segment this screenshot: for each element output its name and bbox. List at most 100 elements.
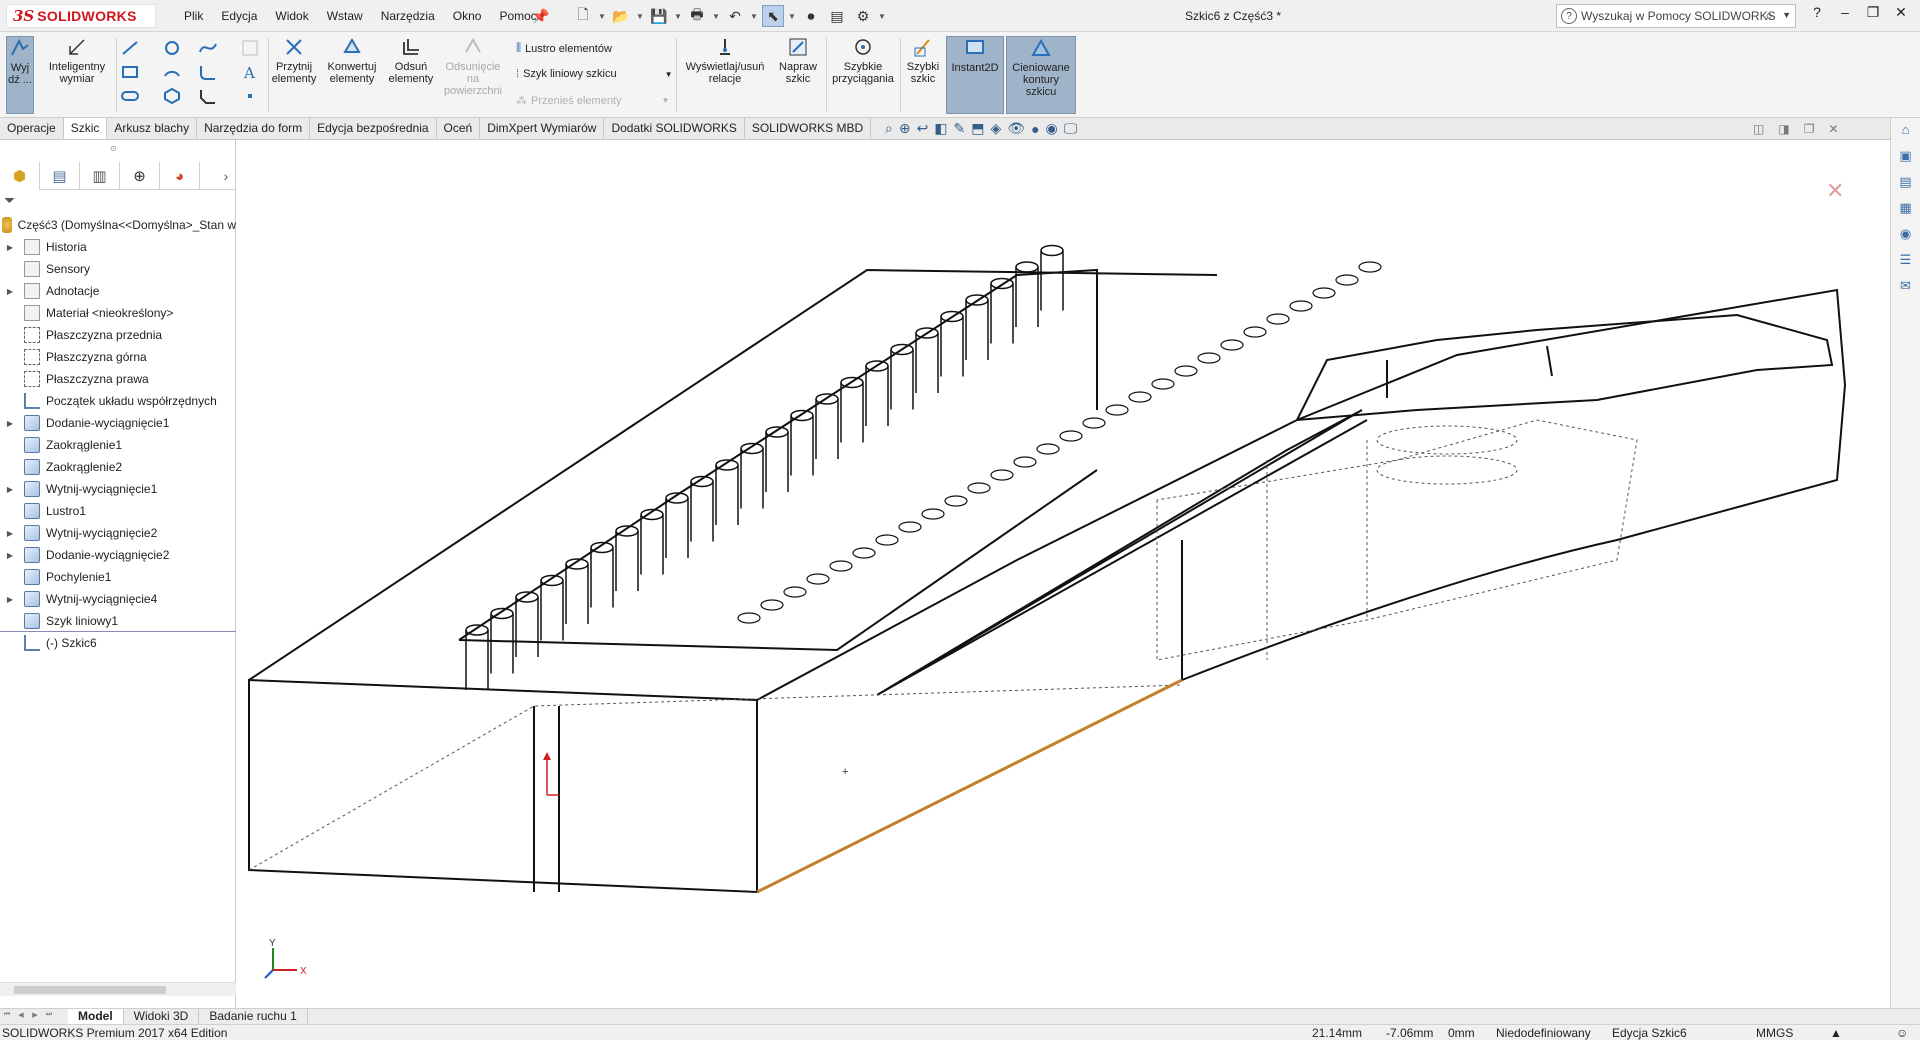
tree-item-sensors[interactable]: Sensory	[0, 258, 236, 280]
appearances-icon[interactable]: ◉	[1895, 226, 1917, 248]
expand-icon[interactable]: ▶	[4, 551, 16, 560]
linear-pattern-dropdown-icon[interactable]: ▼	[665, 70, 673, 79]
save-dropdown-icon[interactable]: ▼	[674, 12, 682, 21]
graphics-area[interactable]: + Y X	[237, 140, 1890, 1008]
menu-tools[interactable]: Narzędzia	[372, 0, 444, 32]
viewport-close-icon[interactable]: ✕	[1828, 122, 1838, 136]
apply-scene-icon[interactable]: ◉	[1046, 120, 1058, 137]
chevron-right-icon[interactable]: ›	[216, 162, 236, 189]
zoom-to-fit-icon[interactable]: ⌕	[885, 120, 893, 137]
undo-dropdown-icon[interactable]: ▼	[750, 12, 758, 21]
spline-icon[interactable]	[198, 38, 218, 58]
tree-item-cut-extrude2[interactable]: ▶ Wytnij-wyciągnięcie2	[0, 522, 236, 544]
tree-item-linear-pattern1[interactable]: Szyk liniowy1	[0, 610, 236, 632]
arc-icon[interactable]	[162, 62, 182, 82]
options-dropdown-icon[interactable]: ▼	[878, 12, 886, 21]
help-bubble-icon[interactable]: ☺	[1896, 1026, 1908, 1040]
search-icon[interactable]: ⌕	[1765, 7, 1773, 24]
expand-icon[interactable]: ▶	[4, 485, 16, 494]
close-icon[interactable]: ✕	[1892, 4, 1910, 21]
tab-motion-study[interactable]: Badanie ruchu 1	[199, 1009, 308, 1024]
tab-mold-tools[interactable]: Narzędzia do form	[197, 118, 311, 139]
property-manager-tab-icon[interactable]: ▤	[40, 162, 80, 190]
forum-icon[interactable]: ✉	[1895, 278, 1917, 300]
tab-features[interactable]: Operacje	[0, 118, 64, 139]
exit-sketch-button[interactable]: Wyj dź ...	[6, 36, 34, 114]
repair-sketch-button[interactable]: Napraw szkic	[774, 36, 822, 85]
move-dropdown-icon[interactable]: ▼	[662, 96, 670, 105]
hide-show-items-icon[interactable]: 👁	[1007, 120, 1025, 137]
new-document-icon[interactable]: 🗋	[572, 5, 594, 27]
feature-manager-tab-icon[interactable]: ⬢	[0, 162, 40, 190]
print-dropdown-icon[interactable]: ▼	[712, 12, 720, 21]
scrollbar-thumb[interactable]	[14, 986, 166, 994]
offset-entities-button[interactable]: Odsuń elementy	[386, 36, 436, 85]
menu-window[interactable]: Okno	[444, 0, 491, 32]
select-cursor-icon[interactable]: ⬉	[762, 5, 784, 27]
last-tab-icon[interactable]: ⏭	[42, 1011, 56, 1023]
quick-snaps-button[interactable]: Szybkie przyciągania	[830, 36, 896, 85]
expand-icon[interactable]: ▶	[4, 595, 16, 604]
move-entities-button[interactable]: ⁂ Przenieś elementy ▼	[516, 94, 670, 108]
print-icon[interactable]: 🖶	[686, 5, 708, 27]
tree-item-fillet1[interactable]: Zaokrąglenie1	[0, 434, 236, 456]
restore-icon[interactable]: ❐	[1864, 4, 1882, 21]
instant2d-button[interactable]: Instant2D	[946, 36, 1004, 114]
prev-tab-icon[interactable]: ◀	[14, 1011, 28, 1023]
tree-item-cut-extrude4[interactable]: ▶ Wytnij-wyciągnięcie4	[0, 588, 236, 610]
tree-item-sketch6[interactable]: (-) Szkic6	[0, 632, 236, 654]
tree-item-history[interactable]: ▶ Historia	[0, 236, 236, 258]
previous-view-icon[interactable]: ↩	[917, 120, 929, 137]
tab-dimxpert[interactable]: DimXpert Wymiarów	[480, 118, 605, 139]
confirmation-corner-close-icon[interactable]: ✕	[1826, 178, 1844, 204]
sketch-fillet-icon[interactable]	[198, 62, 218, 82]
custom-properties-icon[interactable]: ☰	[1895, 252, 1917, 274]
tree-item-boss-extrude2[interactable]: ▶ Dodanie-wyciągnięcie2	[0, 544, 236, 566]
model-wireframe[interactable]: + Y X	[237, 140, 1890, 1008]
rebuild-traffic-light-icon[interactable]: ⏺	[800, 5, 822, 27]
undo-icon[interactable]: ↶	[724, 5, 746, 27]
configuration-manager-tab-icon[interactable]: ▥	[80, 162, 120, 190]
expand-icon[interactable]: ▶	[4, 529, 16, 538]
new-dropdown-icon[interactable]: ▼	[598, 12, 606, 21]
horizontal-scrollbar[interactable]	[0, 982, 236, 996]
save-icon[interactable]: 💾	[648, 5, 670, 27]
minimize-icon[interactable]: –	[1836, 4, 1854, 21]
circle-icon[interactable]	[162, 38, 182, 58]
expand-icon[interactable]: ▶	[4, 287, 16, 296]
tree-item-fillet2[interactable]: Zaokrąglenie2	[0, 456, 236, 478]
tab-model[interactable]: Model	[68, 1009, 124, 1024]
dynamic-annotation-icon[interactable]: ✎	[954, 120, 966, 137]
design-library-icon[interactable]: ▣	[1895, 148, 1917, 170]
menu-view[interactable]: Widok	[266, 0, 317, 32]
slot-icon[interactable]	[120, 86, 140, 106]
first-tab-icon[interactable]: ⏮	[0, 1011, 14, 1023]
menu-edit[interactable]: Edycja	[212, 0, 266, 32]
select-dropdown-icon[interactable]: ▼	[788, 12, 796, 21]
expand-icon[interactable]: ▶	[4, 243, 16, 252]
polygon-icon[interactable]	[162, 86, 182, 106]
tab-sheet-metal[interactable]: Arkusz blachy	[107, 118, 198, 139]
line-icon[interactable]	[120, 38, 140, 58]
selected-sketch-line[interactable]	[756, 678, 1183, 894]
linear-pattern-button[interactable]: ⁞ Szyk liniowy szkicu ▼	[516, 68, 673, 80]
view-settings-icon[interactable]: 🖵	[1064, 120, 1078, 137]
status-units[interactable]: MMGS	[1756, 1026, 1793, 1040]
help-menu-icon[interactable]: ?	[1808, 4, 1826, 21]
expand-icon[interactable]: ▶	[4, 419, 16, 428]
shaded-sketch-contours-button[interactable]: Cieniowane kontury szkicu	[1006, 36, 1076, 114]
viewport-collapse-icon[interactable]: ◫	[1753, 122, 1764, 136]
surface-sketch-icon[interactable]	[240, 38, 260, 58]
solidworks-logo[interactable]: 3S SOLIDWORKS	[6, 4, 156, 28]
open-dropdown-icon[interactable]: ▼	[636, 12, 644, 21]
search-dropdown-icon[interactable]: ▼	[1782, 10, 1791, 20]
text-icon[interactable]: A	[240, 62, 260, 82]
panel-grip-icon[interactable]: ⊙	[110, 144, 117, 153]
display-relations-button[interactable]: Wyświetlaj/usuń relacje	[680, 36, 770, 85]
viewport-restore-icon[interactable]: ❐	[1804, 122, 1815, 136]
tab-mbd[interactable]: SOLIDWORKS MBD	[745, 118, 872, 139]
tree-item-right-plane[interactable]: Płaszczyzna prawa	[0, 368, 236, 390]
smart-dimension-button[interactable]: Inteligentny wymiar	[42, 36, 112, 85]
trim-entities-button[interactable]: Przytnij elementy	[272, 36, 316, 85]
solidworks-resources-icon[interactable]: ⌂	[1895, 122, 1917, 144]
